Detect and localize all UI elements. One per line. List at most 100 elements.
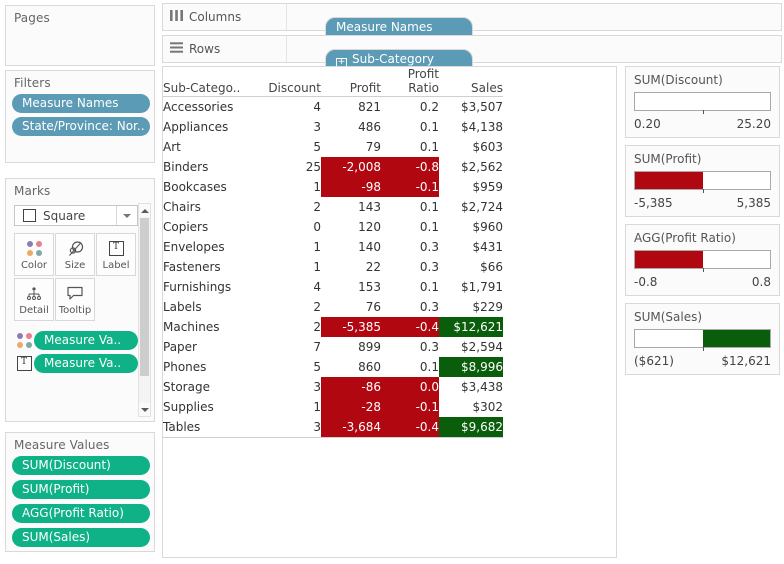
columns-shelf[interactable]: Columns Measure Names [162, 3, 782, 45]
scrollbar-thumb[interactable] [140, 218, 149, 376]
cell-profit-ratio[interactable]: 0.1 [381, 137, 439, 157]
measure-value-pill-profit[interactable]: SUM(Profit) [12, 480, 150, 499]
marks-shelf-color-row[interactable]: Measure Va.. [14, 331, 148, 350]
col-header-discount[interactable]: Discount [261, 67, 321, 95]
table-row[interactable]: Machines 2 -5,385 -0.4 $12,621 [163, 317, 503, 337]
legend-color-ramp[interactable] [634, 171, 771, 193]
marks-tooltip-button[interactable]: Tooltip [55, 278, 95, 321]
cell-subcategory[interactable]: Envelopes [163, 237, 261, 257]
cell-profit-ratio[interactable]: 0.1 [381, 357, 439, 377]
table-row[interactable]: Paper 7 899 0.3 $2,594 [163, 337, 503, 357]
legend-color-ramp[interactable] [634, 329, 771, 351]
marks-shelf-pill-label[interactable]: Measure Va.. [34, 354, 138, 373]
table-row[interactable]: Bookcases 1 -98 -0.1 $959 [163, 177, 503, 197]
cell-profit[interactable]: 76 [321, 297, 381, 317]
table-row[interactable]: Storage 3 -86 0.0 $3,438 [163, 377, 503, 397]
col-header-profit[interactable]: Profit [321, 67, 381, 95]
cell-discount[interactable]: 4 [261, 97, 321, 118]
chevron-down-icon[interactable] [139, 403, 150, 416]
cell-subcategory[interactable]: Machines [163, 317, 261, 337]
marks-shelf-pill-color[interactable]: Measure Va.. [34, 331, 138, 350]
cell-sales[interactable]: $3,438 [439, 377, 503, 397]
cell-profit-ratio[interactable]: 0.1 [381, 197, 439, 217]
legend-card[interactable]: SUM(Discount) 0.20 25.20 [625, 66, 780, 138]
cell-sales[interactable]: $2,562 [439, 157, 503, 177]
cell-profit-ratio[interactable]: -0.4 [381, 417, 439, 438]
cell-sales[interactable]: $2,724 [439, 197, 503, 217]
marks-card-scrollbar[interactable] [138, 203, 151, 417]
rows-shelf[interactable]: Rows + Sub-Category [162, 35, 782, 77]
cell-subcategory[interactable]: Phones [163, 357, 261, 377]
cell-profit[interactable]: 899 [321, 337, 381, 357]
cell-profit[interactable]: -3,684 [321, 417, 381, 438]
cell-sales[interactable]: $1,791 [439, 277, 503, 297]
measure-value-pill-profit-ratio[interactable]: AGG(Profit Ratio) [12, 504, 150, 523]
cell-discount[interactable]: 1 [261, 237, 321, 257]
cell-subcategory[interactable]: Art [163, 137, 261, 157]
cell-sales[interactable]: $12,621 [439, 317, 503, 337]
marks-detail-button[interactable]: Detail [14, 278, 54, 321]
cell-profit[interactable]: 79 [321, 137, 381, 157]
cell-sales[interactable]: $66 [439, 257, 503, 277]
cell-sales[interactable]: $2,594 [439, 337, 503, 357]
cell-discount[interactable]: 2 [261, 197, 321, 217]
table-row[interactable]: Supplies 1 -28 -0.1 $302 [163, 397, 503, 417]
legend-color-ramp[interactable] [634, 250, 771, 272]
cell-profit-ratio[interactable]: -0.8 [381, 157, 439, 177]
cell-discount[interactable]: 1 [261, 397, 321, 417]
cell-subcategory[interactable]: Fasteners [163, 257, 261, 277]
cell-profit-ratio[interactable]: -0.1 [381, 177, 439, 197]
cell-sales[interactable]: $959 [439, 177, 503, 197]
cell-subcategory[interactable]: Binders [163, 157, 261, 177]
cell-discount[interactable]: 4 [261, 277, 321, 297]
cell-sales[interactable]: $960 [439, 217, 503, 237]
cell-profit-ratio[interactable]: 0.1 [381, 217, 439, 237]
table-row[interactable]: Furnishings 4 153 0.1 $1,791 [163, 277, 503, 297]
cell-sales[interactable]: $431 [439, 237, 503, 257]
cell-profit-ratio[interactable]: 0.1 [381, 117, 439, 137]
cell-profit-ratio[interactable]: 0.1 [381, 277, 439, 297]
table-row[interactable]: Copiers 0 120 0.1 $960 [163, 217, 503, 237]
cell-sales[interactable]: $8,996 [439, 357, 503, 377]
table-row[interactable]: Chairs 2 143 0.1 $2,724 [163, 197, 503, 217]
cell-sales[interactable]: $9,682 [439, 417, 503, 438]
cell-discount[interactable]: 2 [261, 297, 321, 317]
table-row[interactable]: Fasteners 1 22 0.3 $66 [163, 257, 503, 277]
cell-profit[interactable]: 153 [321, 277, 381, 297]
col-header-sales[interactable]: Sales [439, 67, 503, 95]
table-row[interactable]: Binders 25 -2,008 -0.8 $2,562 [163, 157, 503, 177]
cell-profit[interactable]: -28 [321, 397, 381, 417]
cell-subcategory[interactable]: Copiers [163, 217, 261, 237]
chevron-down-icon[interactable] [116, 206, 137, 225]
mark-type-dropdown[interactable]: Square [14, 205, 138, 226]
measure-value-pill-sales[interactable]: SUM(Sales) [12, 528, 150, 547]
marks-shelf-label-row[interactable]: T Measure Va.. [14, 354, 148, 373]
table-row[interactable]: Appliances 3 486 0.1 $4,138 [163, 117, 503, 137]
worksheet-pane[interactable]: Sub-Catego.. Discount Profit Profit Rati… [162, 66, 617, 558]
cell-subcategory[interactable]: Appliances [163, 117, 261, 137]
measure-values-card[interactable]: Measure Values SUM(Discount) SUM(Profit)… [5, 432, 155, 552]
filters-card[interactable]: Filters Measure Names State/Province: No… [5, 70, 155, 163]
cell-profit[interactable]: 821 [321, 97, 381, 118]
cell-discount[interactable]: 5 [261, 357, 321, 377]
cell-profit-ratio[interactable]: -0.1 [381, 397, 439, 417]
cell-subcategory[interactable]: Furnishings [163, 277, 261, 297]
marks-color-button[interactable]: Color [14, 233, 54, 276]
cell-subcategory[interactable]: Supplies [163, 397, 261, 417]
cell-profit[interactable]: 486 [321, 117, 381, 137]
cell-discount[interactable]: 25 [261, 157, 321, 177]
cell-discount[interactable]: 7 [261, 337, 321, 357]
table-row[interactable]: Accessories 4 821 0.2 $3,507 [163, 97, 503, 118]
cell-profit[interactable]: -98 [321, 177, 381, 197]
cell-sales[interactable]: $3,507 [439, 97, 503, 118]
cell-discount[interactable]: 2 [261, 317, 321, 337]
cell-subcategory[interactable]: Bookcases [163, 177, 261, 197]
cell-profit-ratio[interactable]: 0.2 [381, 97, 439, 118]
cell-profit-ratio[interactable]: 0.3 [381, 297, 439, 317]
cell-profit-ratio[interactable]: 0.3 [381, 337, 439, 357]
cell-subcategory[interactable]: Storage [163, 377, 261, 397]
cell-subcategory[interactable]: Tables [163, 417, 261, 438]
cell-profit-ratio[interactable]: 0.3 [381, 257, 439, 277]
table-row[interactable]: Labels 2 76 0.3 $229 [163, 297, 503, 317]
cell-profit-ratio[interactable]: -0.4 [381, 317, 439, 337]
